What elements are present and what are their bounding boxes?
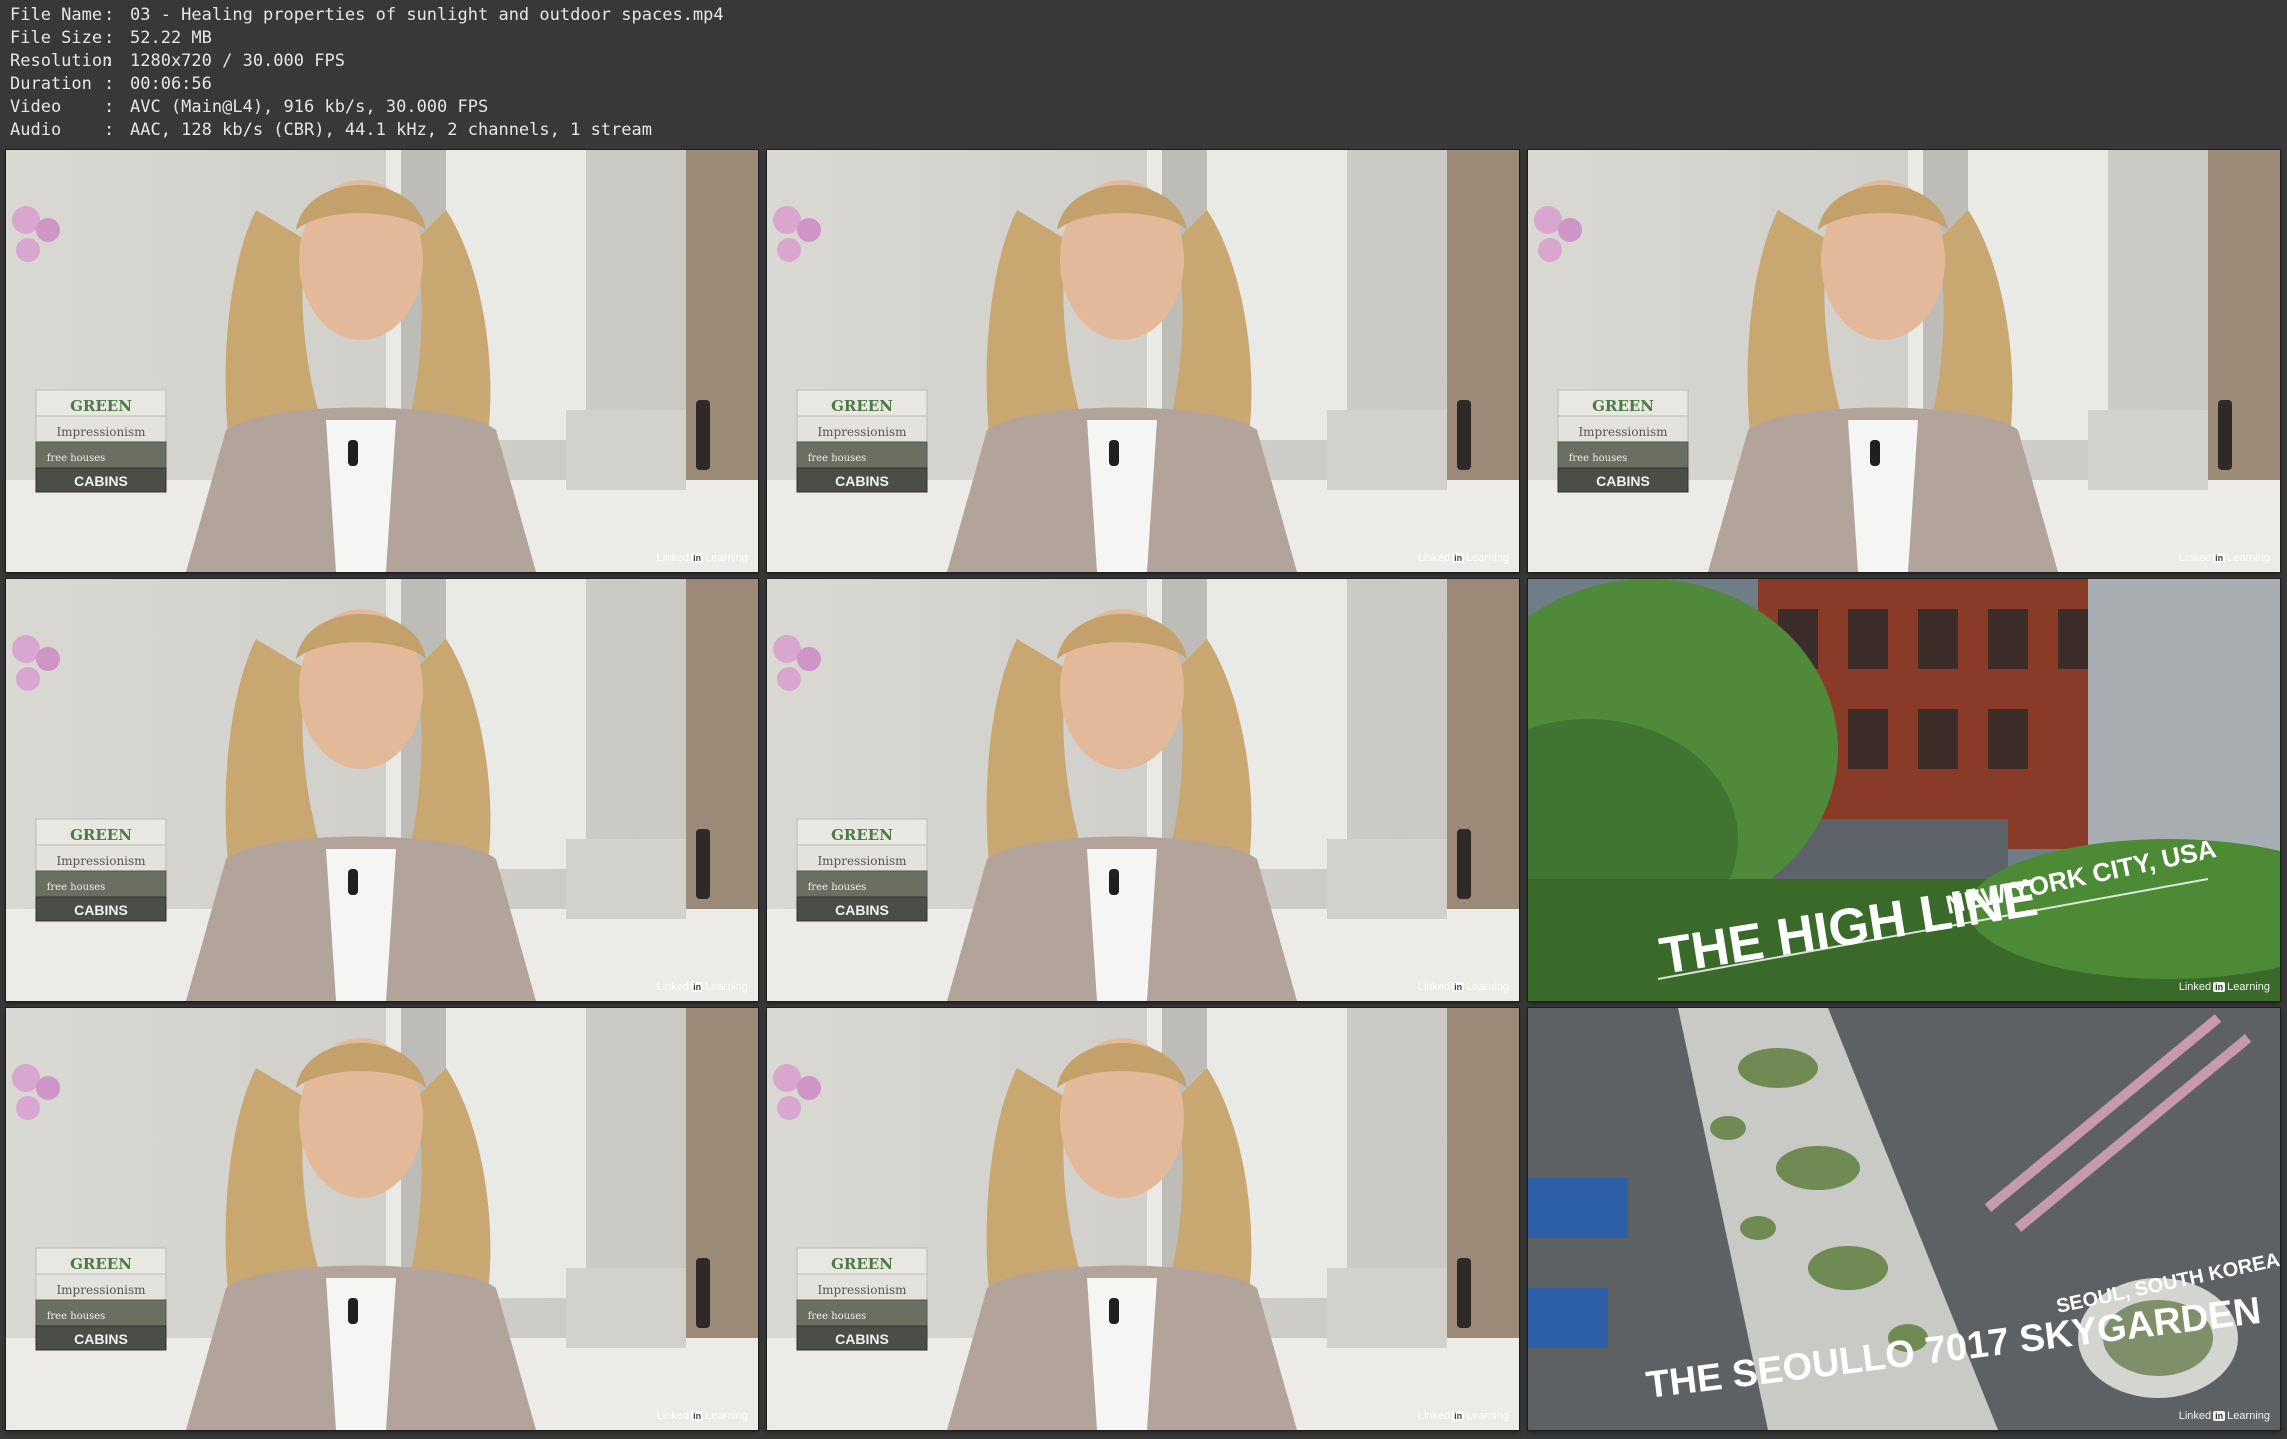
book-title: CABINS (835, 1331, 889, 1347)
door-handle (1457, 400, 1471, 470)
seoullo-scene: THE SEOULLO 7017 SKYGARDEN SEOUL, SOUTH … (1528, 1008, 2280, 1430)
presenter-scene: GREEN Impressionism free houses CABINS (6, 579, 758, 1001)
linkedin-learning-watermark: Linked in Learning (656, 981, 748, 993)
thumbnail-presenter[interactable]: GREEN Impressionism free houses CABINS L… (6, 579, 758, 1001)
book-stack: GREEN Impressionism free houses CABINS (1557, 389, 1689, 493)
book-stack: GREEN Impressionism free houses CABINS (35, 389, 167, 493)
lapel-mic (1109, 1298, 1119, 1324)
book-stack: GREEN Impressionism free houses CABINS (796, 1247, 928, 1351)
info-row-file-size: File Size:52.22 MB (10, 28, 212, 48)
thumbnail-grid: GREEN Impressionism free houses CABINS L… (6, 150, 2281, 1434)
thumbnail-presenter[interactable]: GREEN Impressionism free houses CABINS L… (767, 579, 1519, 1001)
linkedin-learning-watermark: Linked in Learning (2178, 981, 2270, 993)
book-title: GREEN (831, 397, 893, 415)
book-title: CABINS (835, 473, 889, 489)
book-title: GREEN (831, 826, 893, 844)
thumbnail-presenter[interactable]: GREEN Impressionism free houses CABINS L… (767, 150, 1519, 572)
thumbnail-presenter[interactable]: GREEN Impressionism free houses CABINS L… (1528, 150, 2280, 572)
thumbnail-high-line[interactable]: THE HIGH LINE NEW YORK CITY, USA Linked i… (1528, 579, 2280, 1001)
book-stack: GREEN Impressionism free houses CABINS (796, 389, 928, 493)
book-title: GREEN (70, 1255, 132, 1273)
info-row-video: Video: AVC (Main@L4), 916 kb/s, 30.000 FP… (10, 97, 489, 117)
file-info-panel: File Name:03 - Healing properties of sun… (10, 4, 724, 142)
presenter-scene: GREEN Impressionism free houses CABINS (767, 579, 1519, 1001)
linkedin-learning-watermark: Linked in Learning (1417, 1410, 1509, 1422)
presenter-scene: GREEN Impressionism free houses CABINS (1528, 150, 2280, 572)
door-handle (1457, 1258, 1471, 1328)
book-title: free houses (808, 882, 867, 893)
presenter-scene: GREEN Impressionism free houses CABINS (6, 1008, 758, 1430)
book-title: GREEN (831, 1255, 893, 1273)
book-title: CABINS (74, 473, 128, 489)
thumbnail-presenter[interactable]: GREEN Impressionism free houses CABINS L… (6, 150, 758, 572)
book-title: free houses (47, 1311, 106, 1322)
book-title: Impressionism (56, 425, 146, 439)
lapel-mic (1109, 869, 1119, 895)
book-title: Impressionism (56, 854, 146, 868)
info-row-audio: Audio: AAC, 128 kb/s (CBR), 44.1 kHz, 2 c… (10, 120, 652, 140)
linkedin-learning-watermark: Linked in Learning (2178, 1410, 2270, 1422)
info-row-duration: Duration:00:06:56 (10, 74, 212, 94)
door-handle (696, 829, 710, 899)
book-title: CABINS (1596, 473, 1650, 489)
linkedin-learning-watermark: Linked in Learning (1417, 981, 1509, 993)
book-stack: GREEN Impressionism free houses CABINS (35, 818, 167, 922)
door-handle (2218, 400, 2232, 470)
door-handle (696, 400, 710, 470)
info-row-resolution: Resolution:1280x720 / 30.000 FPS (10, 51, 345, 71)
book-title: free houses (47, 882, 106, 893)
presenter-scene: GREEN Impressionism free houses CABINS (767, 150, 1519, 572)
lapel-mic (348, 440, 358, 466)
lapel-mic (348, 869, 358, 895)
linkedin-learning-watermark: Linked in Learning (656, 552, 748, 564)
book-title: Impressionism (1578, 425, 1668, 439)
book-title: Impressionism (817, 854, 907, 868)
presenter-scene: GREEN Impressionism free houses CABINS (767, 1008, 1519, 1430)
book-title: free houses (47, 453, 106, 464)
high-line-scene: THE HIGH LINE NEW YORK CITY, USA (1528, 579, 2280, 1001)
presenter-scene: GREEN Impressionism free houses CABINS (6, 150, 758, 572)
thumbnail-presenter[interactable]: GREEN Impressionism free houses CABINS L… (767, 1008, 1519, 1430)
lapel-mic (348, 1298, 358, 1324)
book-stack: GREEN Impressionism free houses CABINS (796, 818, 928, 922)
book-title: Impressionism (817, 425, 907, 439)
book-title: Impressionism (817, 1283, 907, 1297)
book-title: GREEN (1592, 397, 1654, 415)
thumbnail-seoullo-skygarden[interactable]: THE SEOULLO 7017 SKYGARDEN SEOUL, SOUTH … (1528, 1008, 2280, 1430)
lapel-mic (1870, 440, 1880, 466)
book-stack: GREEN Impressionism free houses CABINS (35, 1247, 167, 1351)
book-title: Impressionism (56, 1283, 146, 1297)
door-handle (1457, 829, 1471, 899)
book-title: CABINS (74, 902, 128, 918)
thumbnail-presenter[interactable]: GREEN Impressionism free houses CABINS L… (6, 1008, 758, 1430)
book-title: free houses (808, 453, 867, 464)
book-title: free houses (1569, 453, 1628, 464)
linkedin-learning-watermark: Linked in Learning (2178, 552, 2270, 564)
info-row-file-name: File Name:03 - Healing properties of sun… (10, 5, 724, 25)
book-title: GREEN (70, 397, 132, 415)
book-title: CABINS (74, 1331, 128, 1347)
linkedin-learning-watermark: Linked in Learning (1417, 552, 1509, 564)
linkedin-learning-watermark: Linked in Learning (656, 1410, 748, 1422)
book-title: GREEN (70, 826, 132, 844)
door-handle (696, 1258, 710, 1328)
lapel-mic (1109, 440, 1119, 466)
book-title: CABINS (835, 902, 889, 918)
book-title: free houses (808, 1311, 867, 1322)
